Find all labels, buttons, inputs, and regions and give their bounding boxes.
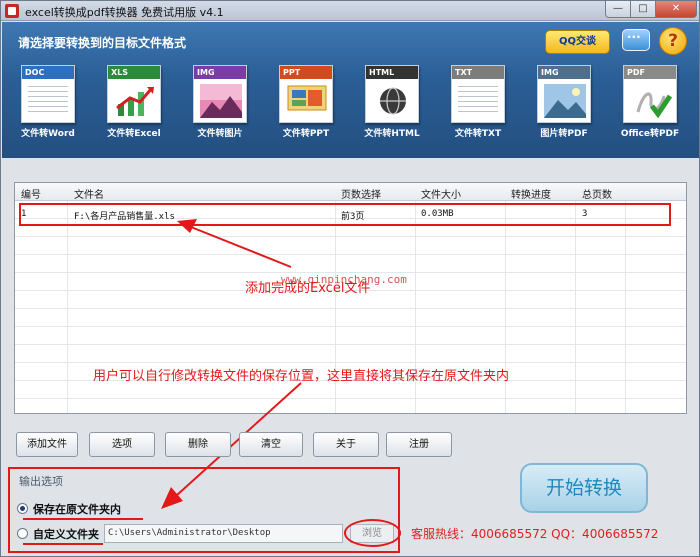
format-banner: 请选择要转换到的目标文件格式 QQ交谈 ? DOC 文件转Word XLS [2, 22, 699, 158]
tool-to-txt[interactable]: TXT 文件转TXT [445, 62, 511, 146]
radio-custom-folder[interactable] [17, 528, 28, 539]
qq-chat-button[interactable]: QQ交谈 [545, 30, 610, 54]
minimize-button[interactable]: — [605, 1, 631, 18]
output-options-legend: 输出选项 [19, 475, 63, 488]
pdf-doc-icon: PDF [623, 65, 677, 123]
tool-to-word[interactable]: DOC 文件转Word [15, 62, 81, 146]
banner-title: 请选择要转换到的目标文件格式 [18, 36, 187, 50]
help-icon[interactable]: ? [659, 27, 687, 55]
register-button[interactable]: 注册 [386, 432, 452, 457]
tool-label: 文件转Word [21, 129, 75, 139]
column-header[interactable]: 总页数 [582, 186, 612, 201]
tool-to-image[interactable]: IMG 文件转图片 [187, 62, 253, 146]
ppt-doc-icon: PPT [279, 65, 333, 123]
annotation-save-location: 用户可以自行修改转换文件的保存位置，这里直接将其保存在原文件夹内 [93, 369, 510, 384]
output-path-input[interactable]: C:\Users\Administrator\Desktop [104, 524, 343, 543]
txt-doc-icon: TXT [451, 65, 505, 123]
title-bar: excel转换成pdf转换器 免费试用版 v4.1 — □ ✕ [1, 1, 699, 21]
excel-chart-icon: XLS [107, 65, 161, 123]
file-list-header: 编号 文件名 页数选择 文件大小 转换进度 总页数 [15, 183, 686, 201]
tool-to-excel[interactable]: XLS 文件转Excel [101, 62, 167, 146]
tool-label: 文件转Excel [107, 129, 161, 139]
label-save-original[interactable]: 保存在原文件夹内 [33, 501, 121, 517]
word-doc-icon: DOC [21, 65, 75, 123]
clear-button[interactable]: 清空 [239, 432, 303, 457]
tool-to-html[interactable]: HTML 文件转HTML [359, 62, 425, 146]
image-doc-icon: IMG [193, 65, 247, 123]
column-header[interactable]: 编号 [21, 186, 41, 201]
start-convert-button[interactable]: 开始转换 [520, 463, 648, 513]
tool-label: 文件转HTML [364, 129, 420, 139]
tool-label: 文件转图片 [197, 129, 243, 139]
window-title: excel转换成pdf转换器 免费试用版 v4.1 [25, 6, 224, 19]
chat-bubble-icon[interactable] [622, 29, 650, 51]
tool-label: 图片转PDF [540, 129, 588, 139]
tool-label: 文件转PPT [282, 129, 330, 139]
tool-label: Office转PDF [620, 129, 680, 139]
options-button[interactable]: 选项 [89, 432, 155, 457]
label-custom-folder[interactable]: 自定义文件夹 [33, 526, 99, 542]
tool-label: 文件转TXT [454, 129, 502, 139]
maximize-button[interactable]: □ [630, 1, 656, 18]
column-header[interactable]: 转换进度 [511, 186, 551, 201]
row-highlight-box [19, 203, 671, 226]
tool-office-to-pdf[interactable]: PDF Office转PDF [617, 62, 683, 146]
close-button[interactable]: ✕ [655, 1, 697, 18]
column-header[interactable]: 页数选择 [341, 186, 381, 201]
browse-highlight-ring [344, 519, 401, 547]
support-hotline: 客服热线：4006685572 QQ：4006685572 [411, 527, 659, 541]
add-file-button[interactable]: 添加文件 [16, 432, 78, 457]
column-header[interactable]: 文件大小 [421, 186, 461, 201]
about-button[interactable]: 关于 [313, 432, 379, 457]
app-window: excel转换成pdf转换器 免费试用版 v4.1 — □ ✕ 请选择要转换到的… [0, 0, 700, 557]
app-icon [5, 4, 19, 18]
image-to-pdf-icon: IMG [537, 65, 591, 123]
radio-save-original[interactable] [17, 503, 28, 514]
tool-image-to-pdf[interactable]: IMG 图片转PDF [531, 62, 597, 146]
annotation-added-file: 添加完成的Excel文件 [245, 281, 371, 296]
tool-to-ppt[interactable]: PPT 文件转PPT [273, 62, 339, 146]
delete-button[interactable]: 删除 [165, 432, 231, 457]
underline-mark [23, 543, 103, 545]
html-doc-icon: HTML [365, 65, 419, 123]
column-header[interactable]: 文件名 [74, 186, 104, 201]
underline-mark [23, 518, 143, 520]
